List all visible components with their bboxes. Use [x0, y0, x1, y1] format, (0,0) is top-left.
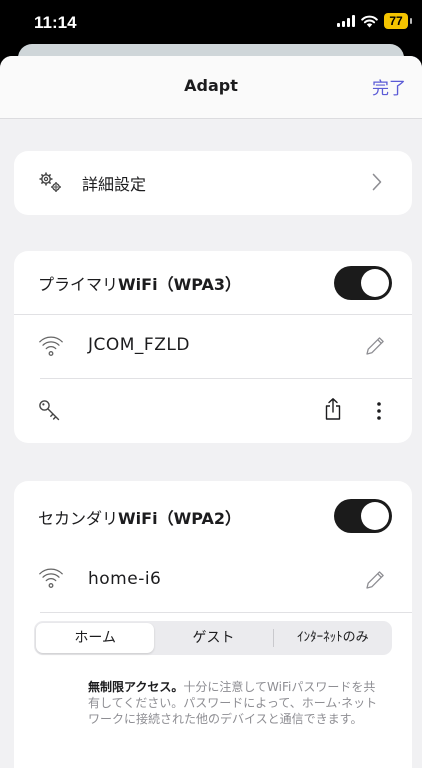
access-mode-segmented-control[interactable]: ホーム ゲスト ｲﾝﾀｰﾈｯﾄのみ — [34, 621, 392, 655]
done-button[interactable]: 完了 — [372, 74, 406, 99]
battery-icon: 77 — [384, 13, 412, 29]
secondary-wifi-title-ja: セカンダリ — [38, 509, 119, 528]
primary-wifi-title-ja: プライマリ — [38, 275, 119, 294]
secondary-ssid-row[interactable]: home-i6 — [14, 551, 412, 613]
primary-wifi-title: プライマリWiFi（WPA3） — [38, 271, 241, 295]
edit-pencil-icon[interactable] — [364, 335, 386, 357]
secondary-wifi-card: セカンダリWiFi（WPA2） home-i6 ホーム ゲスト ｲﾝﾀｰﾈｯﾄの… — [14, 481, 412, 768]
page-title: Adapt — [184, 76, 238, 95]
wifi-icon — [39, 336, 63, 356]
gears-icon — [39, 172, 61, 192]
advanced-settings-label: 詳細設定 — [82, 175, 147, 194]
primary-wifi-card: プライマリWiFi（WPA3） JCOM_FZLD — [14, 251, 412, 443]
secondary-wifi-title: セカンダリWiFi（WPA2） — [38, 505, 241, 529]
chevron-right-icon — [372, 173, 382, 191]
access-description: 無制限アクセス。十分に注意してWiFiパスワードを共有してください。パスワードに… — [88, 679, 384, 727]
cellular-signal-icon — [337, 15, 355, 27]
edit-pencil-icon[interactable] — [364, 569, 386, 591]
status-indicators: 77 — [337, 13, 412, 29]
secondary-ssid: home-i6 — [88, 569, 162, 589]
primary-wifi-title-wifi: WiFi — [118, 275, 158, 294]
secondary-wifi-toggle[interactable] — [334, 499, 392, 533]
toggle-knob — [361, 269, 389, 297]
toggle-knob — [361, 502, 389, 530]
advanced-settings-card[interactable]: 詳細設定 — [14, 151, 412, 215]
access-description-bold: 無制限アクセス。 — [88, 680, 184, 694]
wifi-icon — [39, 568, 63, 588]
primary-wifi-toggle[interactable] — [334, 266, 392, 300]
primary-wifi-header-row: プライマリWiFi（WPA3） — [14, 251, 412, 315]
more-vertical-icon[interactable] — [376, 401, 382, 421]
segment-guest[interactable]: ゲスト — [154, 623, 272, 653]
advanced-settings-row[interactable]: 詳細設定 — [14, 151, 412, 215]
primary-ssid: JCOM_FZLD — [88, 335, 190, 355]
segment-internet-only[interactable]: ｲﾝﾀｰﾈｯﾄのみ — [274, 623, 392, 653]
secondary-wifi-title-sec: （WPA2） — [157, 509, 241, 528]
nav-bar: Adapt 完了 — [0, 56, 422, 119]
key-icon — [39, 400, 60, 421]
divider — [40, 612, 412, 613]
primary-password-row[interactable] — [14, 379, 412, 443]
status-time: 11:14 — [34, 13, 77, 32]
wifi-status-icon — [361, 15, 378, 27]
segment-home[interactable]: ホーム — [36, 623, 155, 653]
primary-wifi-title-sec: （WPA3） — [157, 275, 241, 294]
secondary-wifi-title-wifi: WiFi — [118, 509, 158, 528]
share-icon[interactable] — [324, 397, 342, 421]
settings-sheet: Adapt 完了 詳細設定 プライマリWiFi（WPA3） JCOM_FZLD … — [0, 56, 422, 768]
status-bar: 11:14 77 — [0, 0, 422, 48]
secondary-wifi-header-row: セカンダリWiFi（WPA2） — [14, 481, 412, 551]
primary-ssid-row[interactable]: JCOM_FZLD — [14, 315, 412, 379]
